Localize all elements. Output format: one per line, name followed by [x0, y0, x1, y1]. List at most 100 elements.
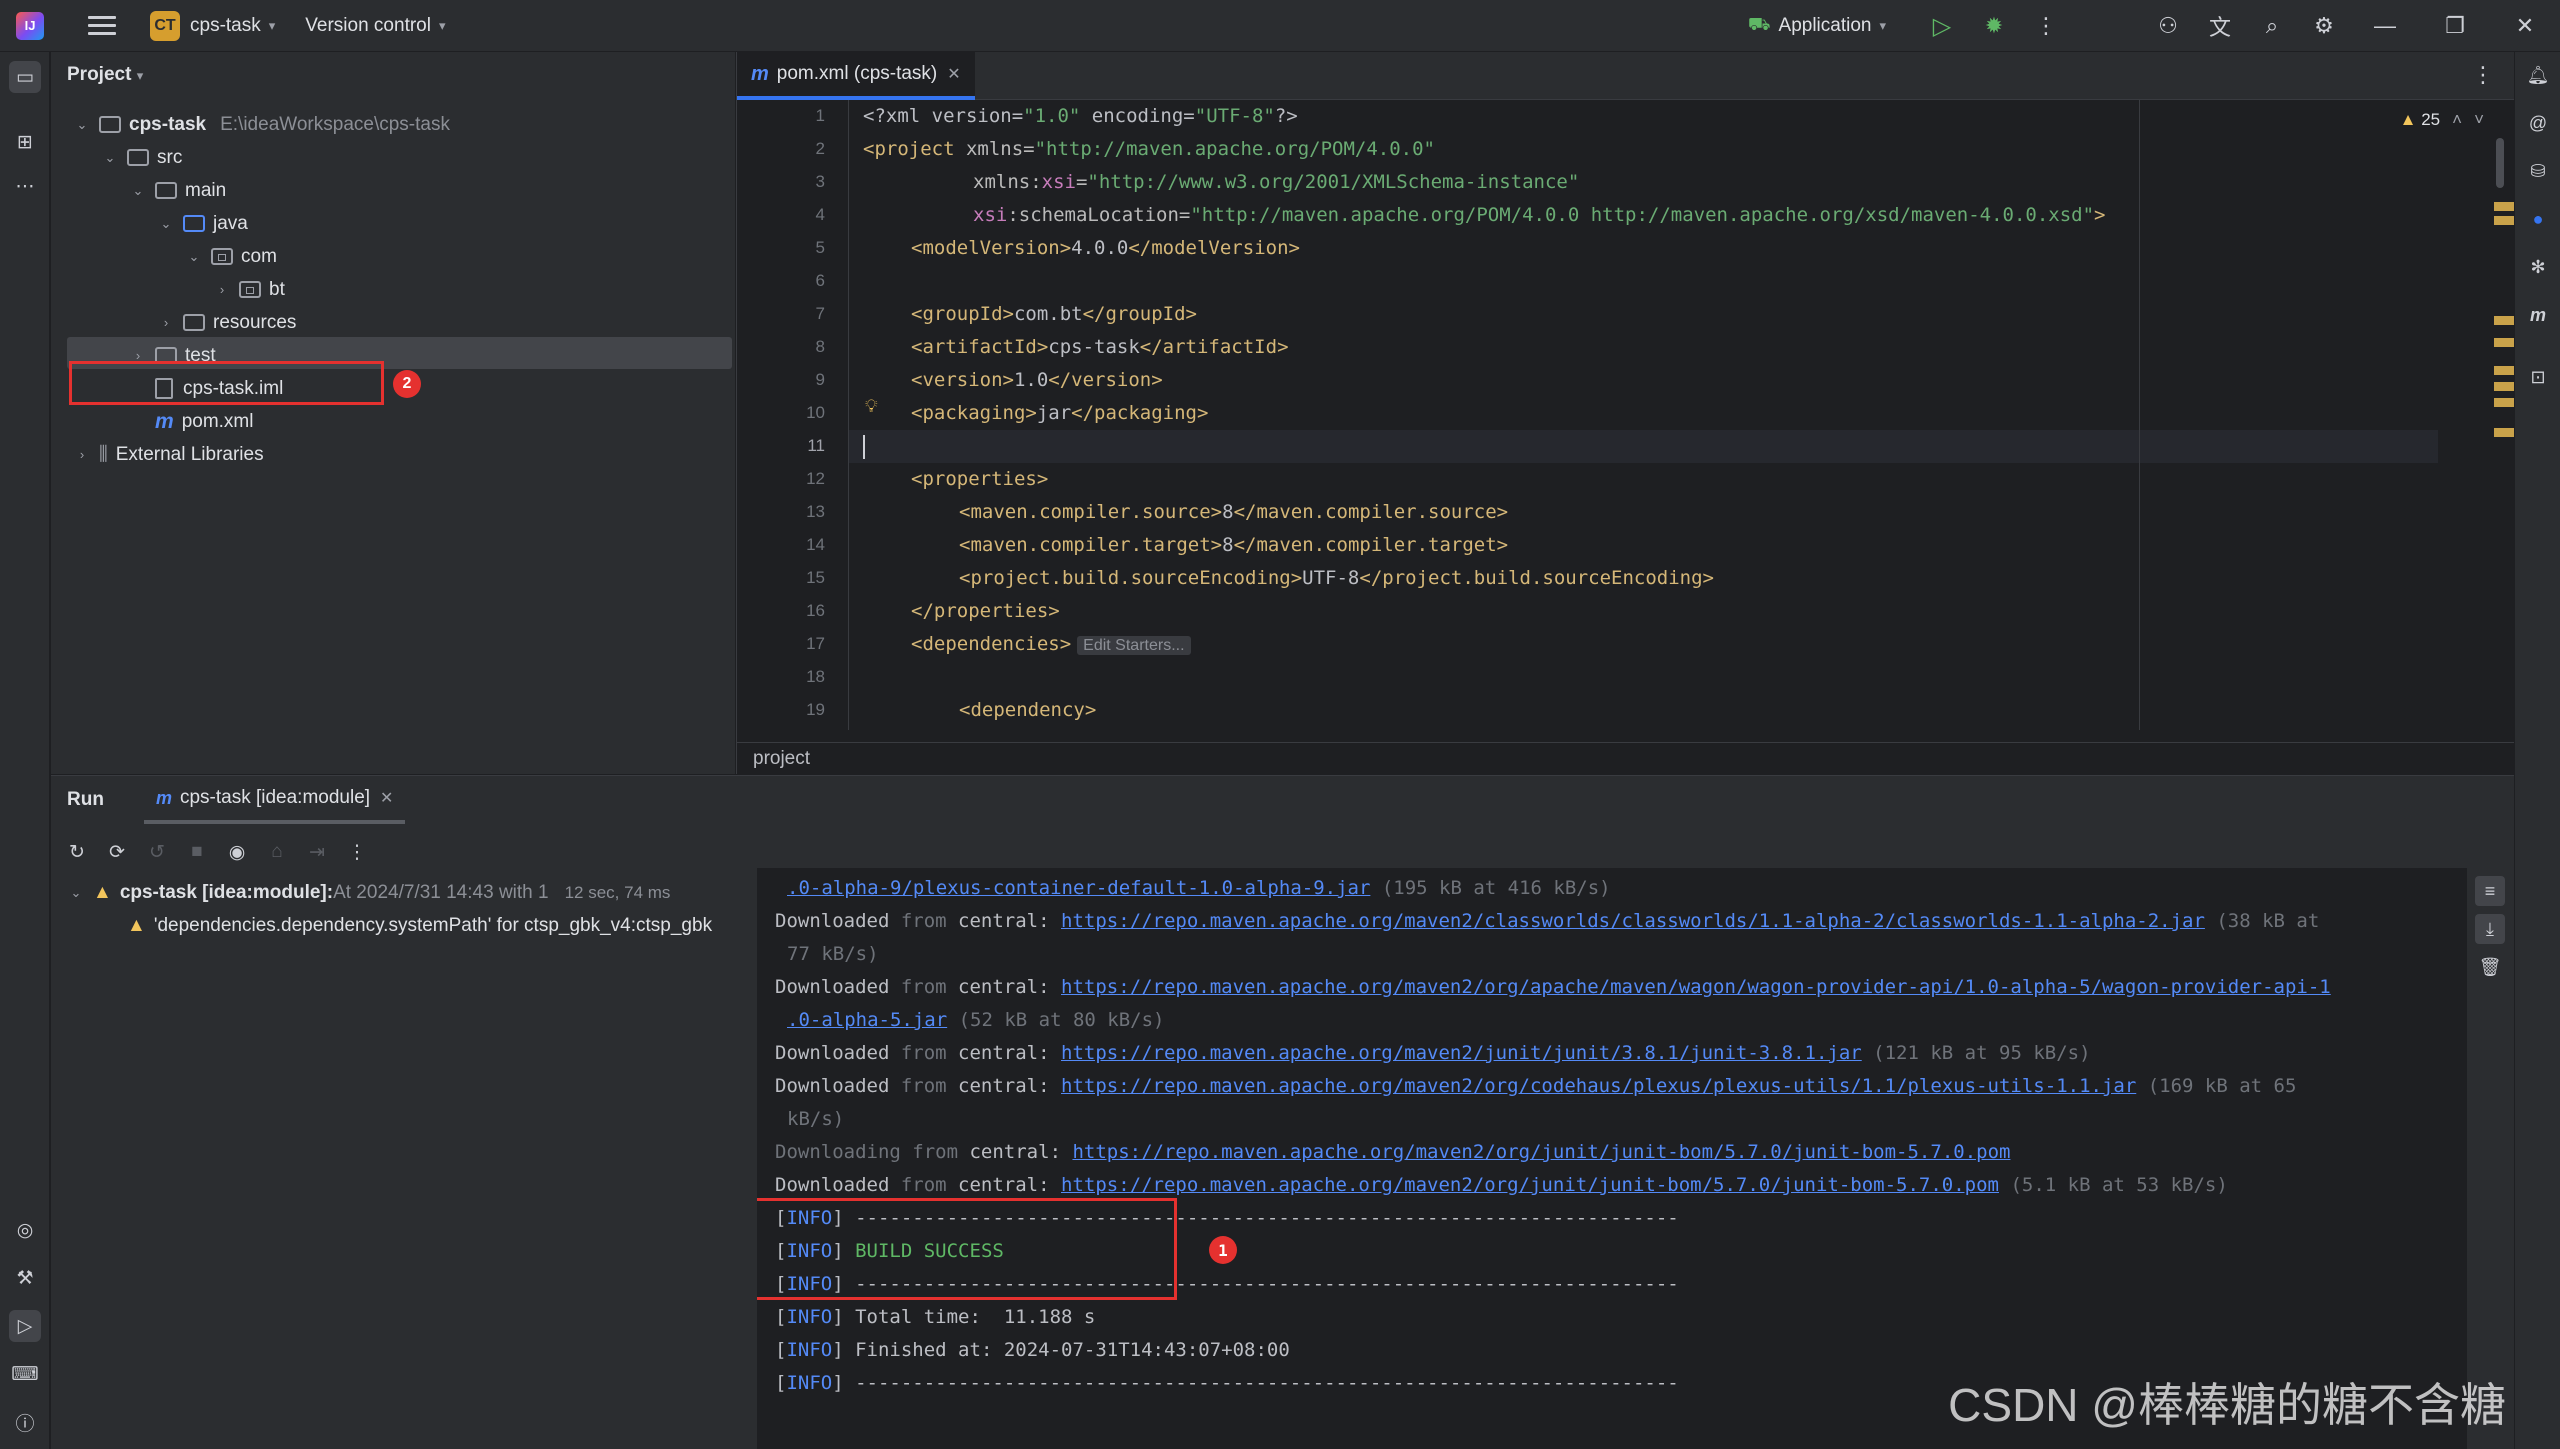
- chevron-down-icon[interactable]: ˅: [2474, 110, 2484, 130]
- chevron-down-icon[interactable]: ⌄: [157, 216, 175, 232]
- code-area[interactable]: <?xml version="1.0" encoding="UTF-8"?> <…: [848, 100, 2438, 730]
- document-icon[interactable]: ⊡: [2523, 362, 2553, 392]
- minimize-icon[interactable]: —: [2350, 0, 2420, 52]
- project-folder-icon[interactable]: ▭: [9, 61, 41, 93]
- warning-stripe[interactable]: [2494, 366, 2514, 375]
- console-link[interactable]: https://repo.maven.apache.org/maven2/org…: [1061, 976, 2331, 998]
- inspection-widget[interactable]: ▲ 25 ˄ ˅: [2400, 110, 2484, 130]
- chevron-down-icon[interactable]: ▾: [269, 18, 276, 34]
- close-icon[interactable]: ✕: [380, 788, 393, 808]
- structure-icon[interactable]: ⊞: [9, 126, 41, 158]
- search-icon[interactable]: ⌕: [2246, 0, 2298, 52]
- warning-stripe[interactable]: [2494, 428, 2514, 437]
- line-number: 3: [815, 172, 825, 191]
- trash-icon[interactable]: 🗑︎: [2475, 952, 2505, 982]
- chevron-down-icon[interactable]: ⌄: [129, 183, 147, 199]
- project-panel-title[interactable]: Project ▾: [67, 64, 143, 86]
- run-tree-warning[interactable]: ▲ 'dependencies.dependency.systemPath' f…: [127, 909, 757, 942]
- chevron-down-icon[interactable]: ⌄: [101, 150, 119, 166]
- tree-item-com[interactable]: ⌄ com: [185, 240, 277, 273]
- breadcrumb[interactable]: project: [737, 742, 2514, 774]
- chevron-up-icon[interactable]: ˄: [2452, 110, 2462, 130]
- console-link[interactable]: .0-alpha-5.jar: [787, 1009, 947, 1031]
- console-link[interactable]: https://repo.maven.apache.org/maven2/cla…: [1061, 910, 2205, 932]
- camera-icon: ⌂: [271, 841, 283, 862]
- debug-icon[interactable]: ✹: [1968, 0, 2020, 52]
- project-name-dropdown[interactable]: cps-task: [190, 15, 261, 37]
- close-icon[interactable]: ✕: [2490, 0, 2560, 52]
- warning-stripe[interactable]: [2494, 382, 2514, 391]
- code-line-15: <project.build.sourceEncoding>UTF-8</pro…: [959, 567, 1714, 589]
- console-output[interactable]: .0-alpha-9/plexus-container-default-1.0-…: [757, 868, 2467, 1449]
- ai-assistant-icon[interactable]: @: [2523, 108, 2553, 138]
- more-vertical-icon[interactable]: ⋮: [337, 834, 377, 870]
- console-link[interactable]: .0-alpha-9/plexus-container-default-1.0-…: [787, 877, 1370, 899]
- tree-root-cps-task[interactable]: ⌄ cps-task E:\ideaWorkspace\cps-task: [73, 108, 450, 141]
- warning-stripe[interactable]: [2494, 316, 2514, 325]
- tree-item-external-libraries[interactable]: › ⫼ External Libraries: [73, 438, 264, 471]
- translate-icon[interactable]: 文: [2194, 0, 2246, 52]
- scroll-to-end-icon[interactable]: ⤓: [2475, 914, 2505, 944]
- services-icon[interactable]: ◎: [9, 1214, 41, 1246]
- run-tree-root[interactable]: ⌄ ▲ cps-task [idea:module]: At 2024/7/31…: [67, 876, 671, 909]
- project-badge[interactable]: CT: [150, 10, 180, 41]
- maven-icon[interactable]: m: [2523, 300, 2553, 330]
- chevron-right-icon[interactable]: ›: [73, 447, 91, 462]
- title-bar: IJ CT cps-task ▾ Version control ▾ ⛟ App…: [0, 0, 2560, 52]
- build-icon[interactable]: ⚒: [9, 1262, 41, 1294]
- line-number: 11: [807, 436, 825, 455]
- console-link[interactable]: https://repo.maven.apache.org/maven2/jun…: [1061, 1042, 1862, 1064]
- chevron-down-icon[interactable]: ⌄: [73, 117, 91, 133]
- more-vertical-icon[interactable]: ⋮: [2472, 62, 2494, 88]
- chevron-down-icon[interactable]: ▾: [439, 18, 446, 34]
- run-icon[interactable]: ▷: [1916, 0, 1968, 52]
- tree-item-bt[interactable]: › bt: [213, 273, 285, 306]
- run-tool-icon[interactable]: ▷: [9, 1310, 41, 1342]
- tree-item-pom-xml[interactable]: › m pom.xml: [129, 405, 253, 438]
- add-user-icon[interactable]: ⚇: [2142, 0, 2194, 52]
- line-number: 16: [806, 601, 825, 620]
- chevron-right-icon[interactable]: ›: [157, 315, 175, 330]
- soft-wrap-icon[interactable]: ≡: [2475, 876, 2505, 906]
- edit-starters-hint[interactable]: Edit Starters...: [1077, 636, 1191, 655]
- chat-icon[interactable]: ●: [2523, 204, 2553, 234]
- tree-item-main[interactable]: ⌄ main: [129, 174, 227, 207]
- tree-item-java[interactable]: ⌄ java: [157, 207, 248, 240]
- chevron-down-icon[interactable]: ⌄: [67, 885, 85, 901]
- annotation-badge-2: 2: [393, 370, 421, 398]
- notifications-icon[interactable]: 🔔︎: [2523, 60, 2553, 90]
- watermark: CSDN @棒棒糖的糖不含糖: [1948, 1379, 2506, 1431]
- restore-icon[interactable]: ❐: [2420, 0, 2490, 52]
- version-control-dropdown[interactable]: Version control: [305, 15, 431, 37]
- terminal-icon[interactable]: ⌨: [9, 1358, 41, 1390]
- close-icon[interactable]: ✕: [947, 64, 960, 84]
- chevron-right-icon[interactable]: ›: [213, 282, 231, 297]
- warning-stripe[interactable]: [2494, 338, 2514, 347]
- console-link[interactable]: https://repo.maven.apache.org/maven2/org…: [1061, 1174, 1999, 1196]
- tab-pom-xml[interactable]: m pom.xml (cps-task) ✕: [737, 52, 975, 100]
- chevron-down-icon[interactable]: ⌄: [185, 249, 203, 265]
- warning-stripe[interactable]: [2494, 216, 2514, 225]
- rerun-failed-icon[interactable]: ⟳: [97, 834, 137, 870]
- database-icon[interactable]: ⛁: [2523, 156, 2553, 186]
- code-line-16: </properties>: [911, 600, 1060, 622]
- more-tools-icon[interactable]: ⋯: [9, 170, 41, 202]
- hamburger-icon[interactable]: [88, 12, 116, 40]
- run-tree-root-detail: At 2024/7/31 14:43 with 1: [333, 881, 549, 903]
- problems-icon[interactable]: ⓘ: [9, 1406, 41, 1438]
- more-vertical-icon[interactable]: ⋮: [2020, 0, 2072, 52]
- console-line: Downloaded from central: https://repo.ma…: [775, 1075, 2297, 1097]
- tree-item-src[interactable]: ⌄ src: [101, 141, 183, 174]
- tree-item-resources[interactable]: › resources: [157, 306, 297, 339]
- settings-icon[interactable]: ⚙: [2298, 0, 2350, 52]
- plugin-icon[interactable]: ✻: [2523, 252, 2553, 282]
- console-link[interactable]: https://repo.maven.apache.org/maven2/org…: [1061, 1075, 2136, 1097]
- console-link[interactable]: https://repo.maven.apache.org/maven2/org…: [1072, 1141, 2010, 1163]
- tab-run-cps-task[interactable]: m cps-task [idea:module] ✕: [143, 776, 406, 824]
- warning-stripe[interactable]: [2494, 202, 2514, 211]
- eye-icon[interactable]: ◉: [217, 834, 257, 870]
- run-config-dropdown[interactable]: ⛟ Application ▾: [1748, 14, 1886, 38]
- rerun-icon[interactable]: ↻: [57, 834, 97, 870]
- warning-stripe[interactable]: [2494, 398, 2514, 407]
- editor-scrollbar[interactable]: [2496, 138, 2504, 188]
